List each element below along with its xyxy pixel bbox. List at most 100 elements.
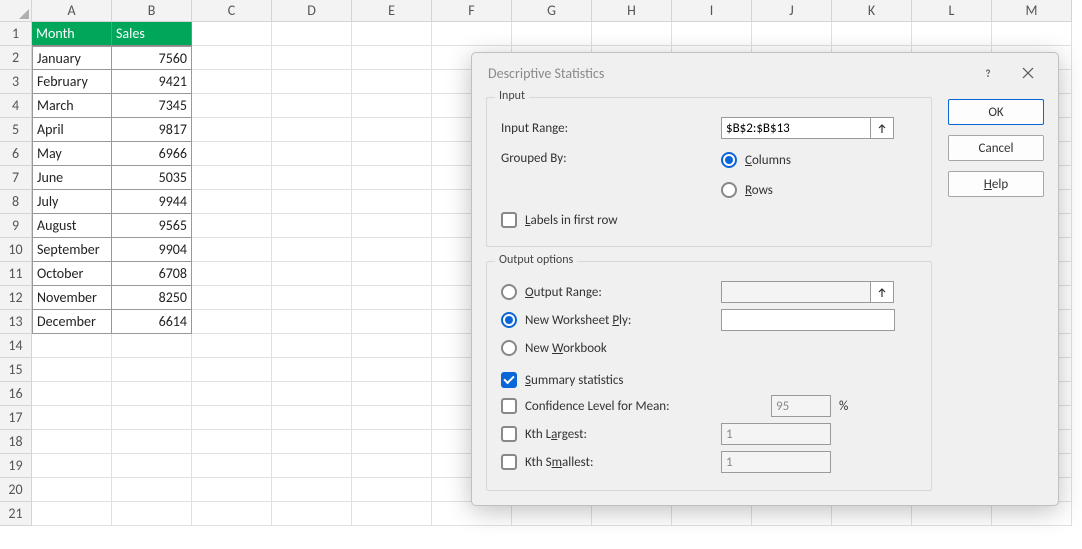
cell[interactable] xyxy=(192,358,272,382)
grouped-by-rows-radio[interactable]: Rows xyxy=(721,178,791,202)
dialog-titlebar[interactable]: Descriptive Statistics xyxy=(472,53,1058,93)
cell[interactable] xyxy=(352,502,432,526)
cell[interactable] xyxy=(32,334,112,358)
row-header[interactable]: 1 xyxy=(0,22,32,46)
cell[interactable]: 6966 xyxy=(112,142,192,166)
cell[interactable] xyxy=(352,166,432,190)
row-header[interactable]: 20 xyxy=(0,478,32,502)
cell[interactable]: May xyxy=(32,142,112,166)
cell[interactable] xyxy=(192,262,272,286)
cell[interactable] xyxy=(272,70,352,94)
column-header[interactable]: A xyxy=(32,0,112,22)
row-header[interactable]: 7 xyxy=(0,166,32,190)
kth-smallest-check[interactable]: Kth Smallest: xyxy=(501,450,721,474)
kth-largest-field[interactable] xyxy=(721,423,831,445)
cell[interactable] xyxy=(272,334,352,358)
labels-first-row-check[interactable]: Labels in first row xyxy=(501,208,917,232)
cell[interactable] xyxy=(352,358,432,382)
cell[interactable] xyxy=(112,406,192,430)
new-worksheet-ply-radio[interactable]: New Worksheet Ply: xyxy=(501,308,721,332)
input-range-field[interactable] xyxy=(721,117,871,139)
cell[interactable] xyxy=(352,430,432,454)
ok-button[interactable]: OK xyxy=(948,99,1044,125)
column-header[interactable]: K xyxy=(832,0,912,22)
cell[interactable] xyxy=(112,358,192,382)
help-button[interactable]: Help xyxy=(948,171,1044,197)
column-header[interactable]: J xyxy=(752,0,832,22)
row-header[interactable]: 15 xyxy=(0,358,32,382)
row-header[interactable]: 11 xyxy=(0,262,32,286)
cell[interactable] xyxy=(352,46,432,70)
cell[interactable] xyxy=(432,22,512,46)
grouped-by-columns-radio[interactable]: Columns xyxy=(721,148,791,172)
row-header[interactable]: 8 xyxy=(0,190,32,214)
cell[interactable] xyxy=(192,94,272,118)
cell[interactable] xyxy=(272,94,352,118)
row-header[interactable]: 2 xyxy=(0,46,32,70)
column-header[interactable]: I xyxy=(672,0,752,22)
cell[interactable] xyxy=(32,454,112,478)
row-header[interactable]: 17 xyxy=(0,406,32,430)
cell[interactable]: 6614 xyxy=(112,310,192,334)
cell[interactable] xyxy=(352,94,432,118)
summary-statistics-check[interactable]: Summary statistics xyxy=(501,368,917,392)
kth-largest-check[interactable]: Kth Largest: xyxy=(501,422,721,446)
column-header[interactable]: M xyxy=(992,0,1072,22)
cell[interactable] xyxy=(352,214,432,238)
cell[interactable] xyxy=(352,286,432,310)
cell[interactable] xyxy=(352,382,432,406)
cell[interactable] xyxy=(272,358,352,382)
cell[interactable] xyxy=(112,334,192,358)
cell[interactable] xyxy=(272,214,352,238)
cell[interactable] xyxy=(272,406,352,430)
row-header[interactable]: 9 xyxy=(0,214,32,238)
cell[interactable] xyxy=(352,190,432,214)
cell[interactable] xyxy=(32,382,112,406)
cell[interactable] xyxy=(112,382,192,406)
cell[interactable] xyxy=(352,406,432,430)
cell[interactable] xyxy=(272,166,352,190)
cell[interactable] xyxy=(32,430,112,454)
cell[interactable] xyxy=(272,286,352,310)
cell[interactable] xyxy=(192,334,272,358)
cell[interactable] xyxy=(112,454,192,478)
column-header[interactable]: F xyxy=(432,0,512,22)
row-header[interactable]: 10 xyxy=(0,238,32,262)
column-header[interactable]: H xyxy=(592,0,672,22)
cell[interactable] xyxy=(32,406,112,430)
cell[interactable]: April xyxy=(32,118,112,142)
cell[interactable] xyxy=(912,22,992,46)
cell[interactable]: June xyxy=(32,166,112,190)
cell[interactable] xyxy=(32,478,112,502)
cell[interactable] xyxy=(272,190,352,214)
cell[interactable] xyxy=(752,22,832,46)
row-header[interactable]: 13 xyxy=(0,310,32,334)
cell[interactable]: 7560 xyxy=(112,46,192,70)
cell[interactable] xyxy=(192,406,272,430)
cell[interactable] xyxy=(832,22,912,46)
cell[interactable]: February xyxy=(32,70,112,94)
cell[interactable] xyxy=(272,262,352,286)
cell[interactable] xyxy=(192,430,272,454)
row-header[interactable]: 18 xyxy=(0,430,32,454)
cell[interactable] xyxy=(192,310,272,334)
cell[interactable]: 9944 xyxy=(112,190,192,214)
column-header[interactable]: D xyxy=(272,0,352,22)
cell[interactable]: 9565 xyxy=(112,214,192,238)
cell[interactable] xyxy=(272,238,352,262)
cell[interactable]: March xyxy=(32,94,112,118)
cell[interactable] xyxy=(112,502,192,526)
cell[interactable] xyxy=(272,454,352,478)
cell[interactable] xyxy=(192,118,272,142)
cell[interactable] xyxy=(352,334,432,358)
cell[interactable] xyxy=(32,358,112,382)
help-icon[interactable] xyxy=(968,57,1008,89)
close-icon[interactable] xyxy=(1008,57,1048,89)
cell[interactable] xyxy=(592,22,672,46)
cell[interactable] xyxy=(272,22,352,46)
cell[interactable] xyxy=(192,70,272,94)
cell[interactable] xyxy=(192,166,272,190)
cell[interactable]: Sales xyxy=(112,22,192,46)
cancel-button[interactable]: Cancel xyxy=(948,135,1044,161)
cell[interactable] xyxy=(112,430,192,454)
